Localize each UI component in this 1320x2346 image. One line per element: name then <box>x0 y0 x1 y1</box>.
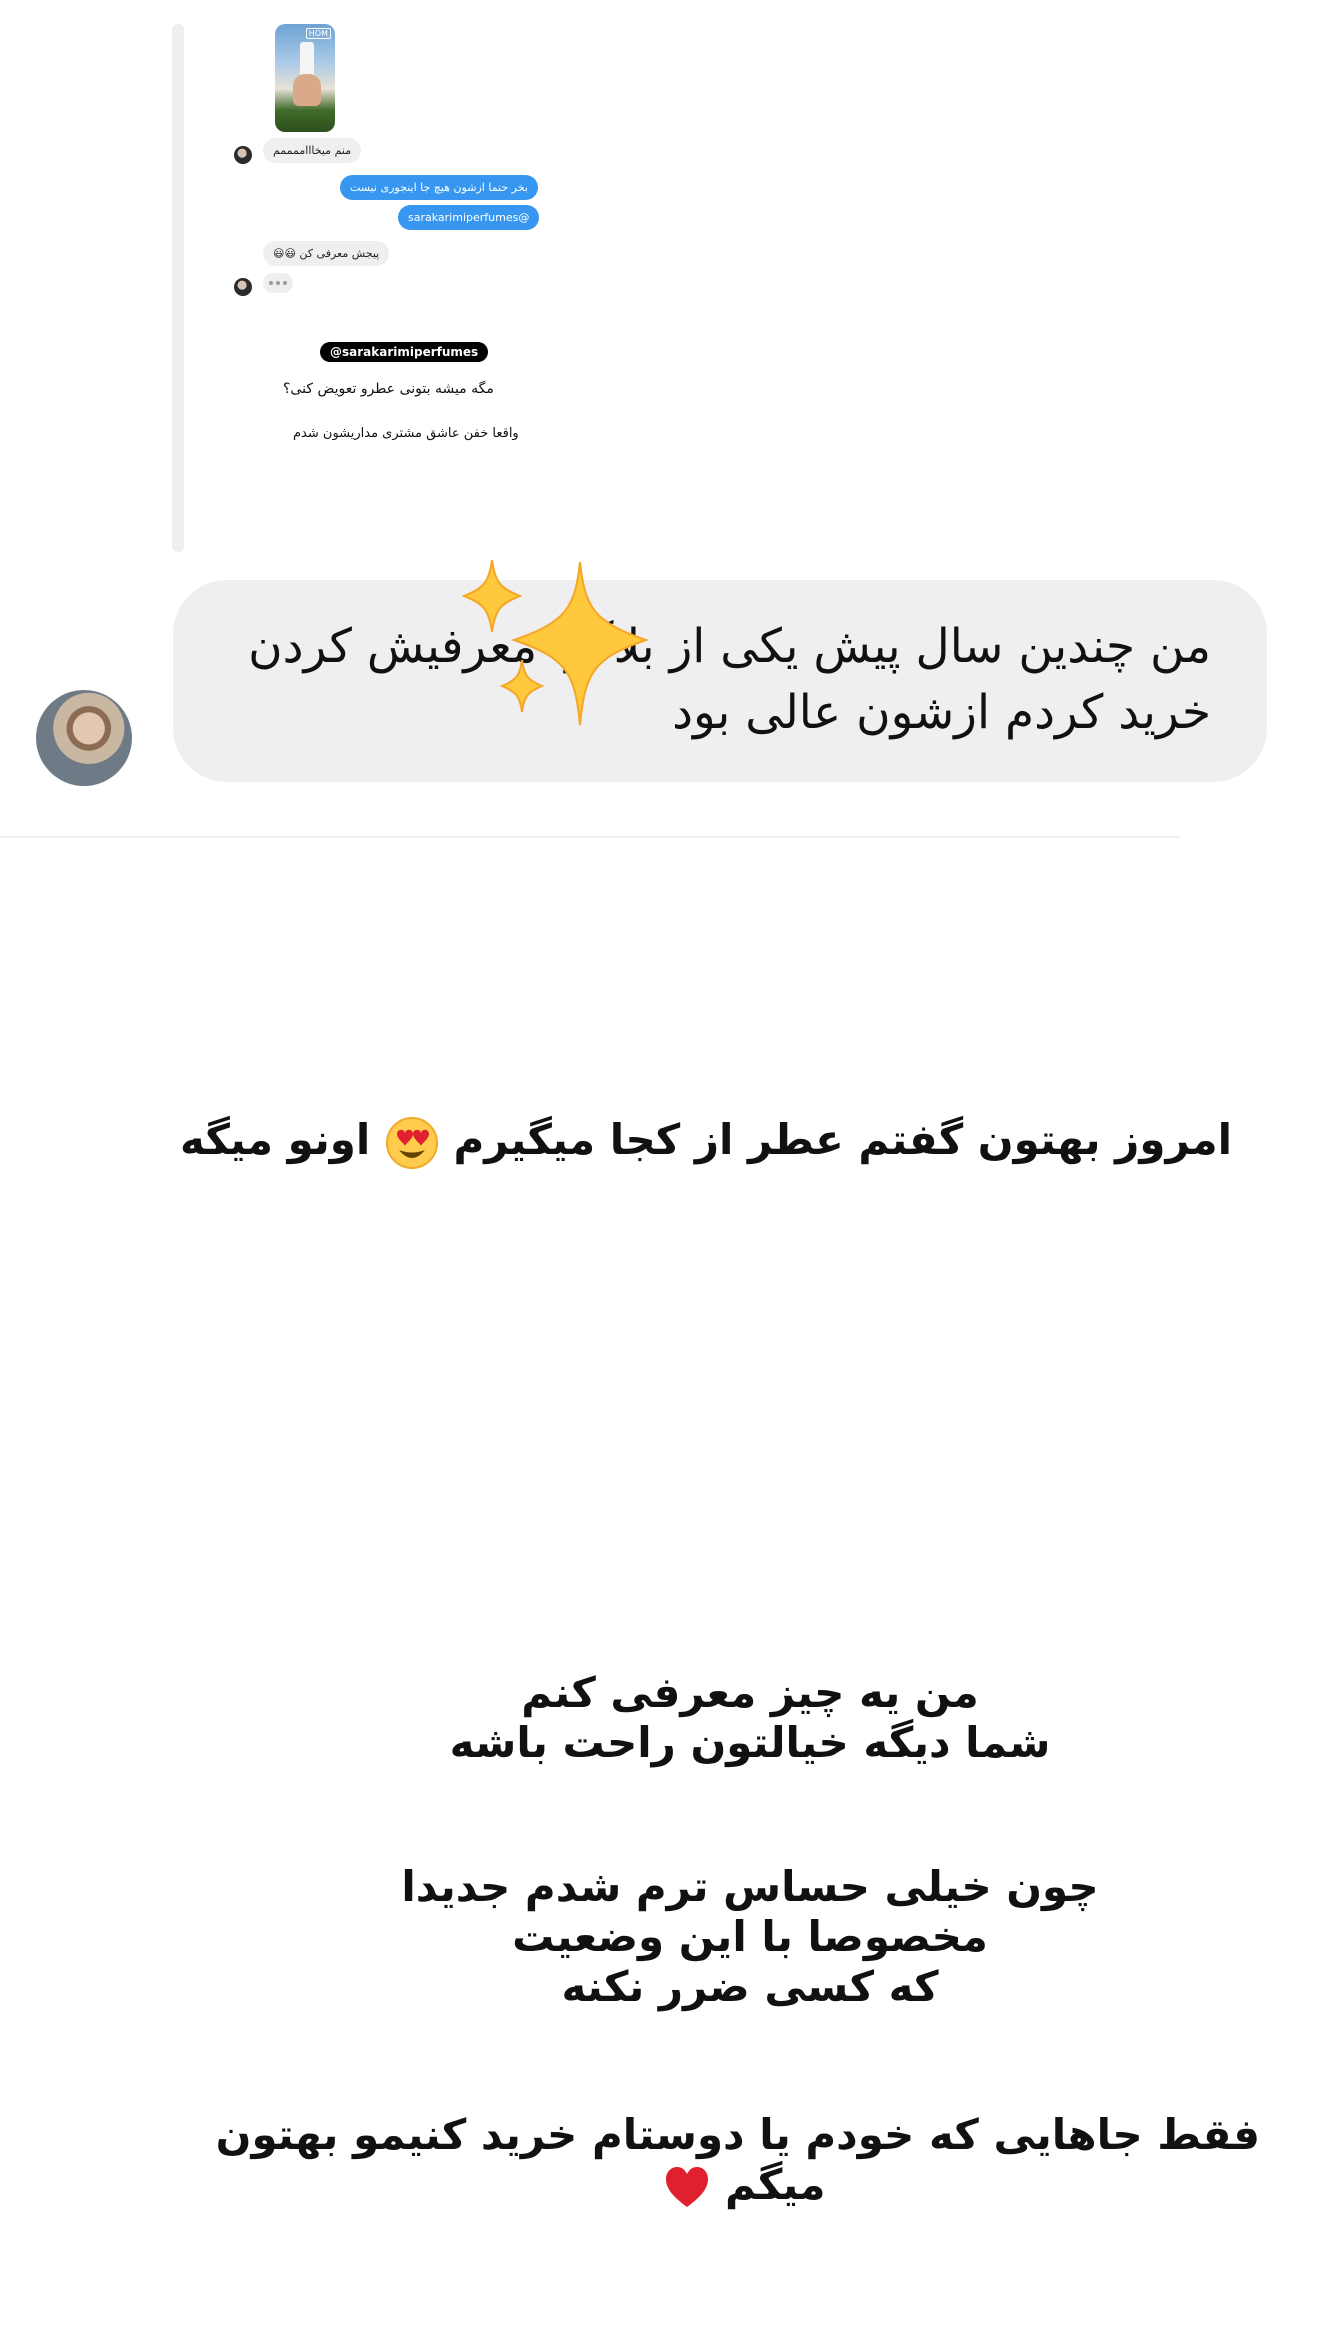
hand-image <box>293 74 321 106</box>
sender-avatar <box>234 278 252 296</box>
sender-avatar <box>234 146 252 164</box>
caption-review: واقعا خفن عاشق مشتری مداریشون شدم <box>293 426 519 441</box>
story-para1-line2: شما دیگه خیالتون راحت باشه <box>449 1718 1051 1767</box>
typing-indicator <box>263 273 293 293</box>
headline-tail-text: اونو میگه <box>179 1115 371 1164</box>
heart-eyes-emoji <box>385 1116 438 1169</box>
story-headline: امروز بهتون گفتم عطر از کجا میگیرم اونو … <box>180 1115 1233 1170</box>
quote-bar <box>172 24 184 552</box>
story-para3-line2-wrap: میگم <box>420 2160 1070 2211</box>
story-para2-line3: که کسی ضرر نکنه <box>561 1962 939 2011</box>
mention-tag[interactable]: @sarakarimiperfumes <box>320 342 489 362</box>
headline-text: امروز بهتون گفتم عطر از کجا میگیرم <box>453 1115 1233 1164</box>
story-para1-line1: من یه چیز معرفی کنم <box>521 1668 979 1717</box>
shared-post-thumbnail[interactable]: HOM <box>275 24 335 132</box>
red-heart-emoji <box>666 2166 709 2207</box>
story-para3-line2: میگم <box>725 2160 826 2209</box>
avatar[interactable] <box>36 690 132 786</box>
thumbnail-label: HOM <box>305 28 331 39</box>
caption-question: مگه میشه بتونی عطرو تعویض کنی؟ <box>283 381 494 397</box>
story-para3-line1: فقط جاهایی که خودم یا دوستام خرید کنیمو … <box>215 2110 1260 2159</box>
message-bubble: منم میخاااممممم <box>263 138 362 163</box>
story-para2-line1: چون خیلی حساس ترم شدم جدیدا <box>401 1862 1099 1911</box>
story-para2-line2: مخصوصا با این وضعیت <box>512 1912 988 1961</box>
message-bubble: @sarakarimiperfumes <box>398 205 540 230</box>
comment-text: من چندین سال پیش یکی از بلاگرا معرفیش کر… <box>248 619 1211 740</box>
message-bubble: بخر حتما ازشون هیچ جا اینجوری نیست <box>340 175 538 200</box>
message-bubble: پیجش معرفی کن 😃😃 <box>263 241 390 266</box>
comment-bubble: من چندین سال پیش یکی از بلاگرا معرفیش کر… <box>173 580 1267 782</box>
divider <box>0 836 1180 838</box>
